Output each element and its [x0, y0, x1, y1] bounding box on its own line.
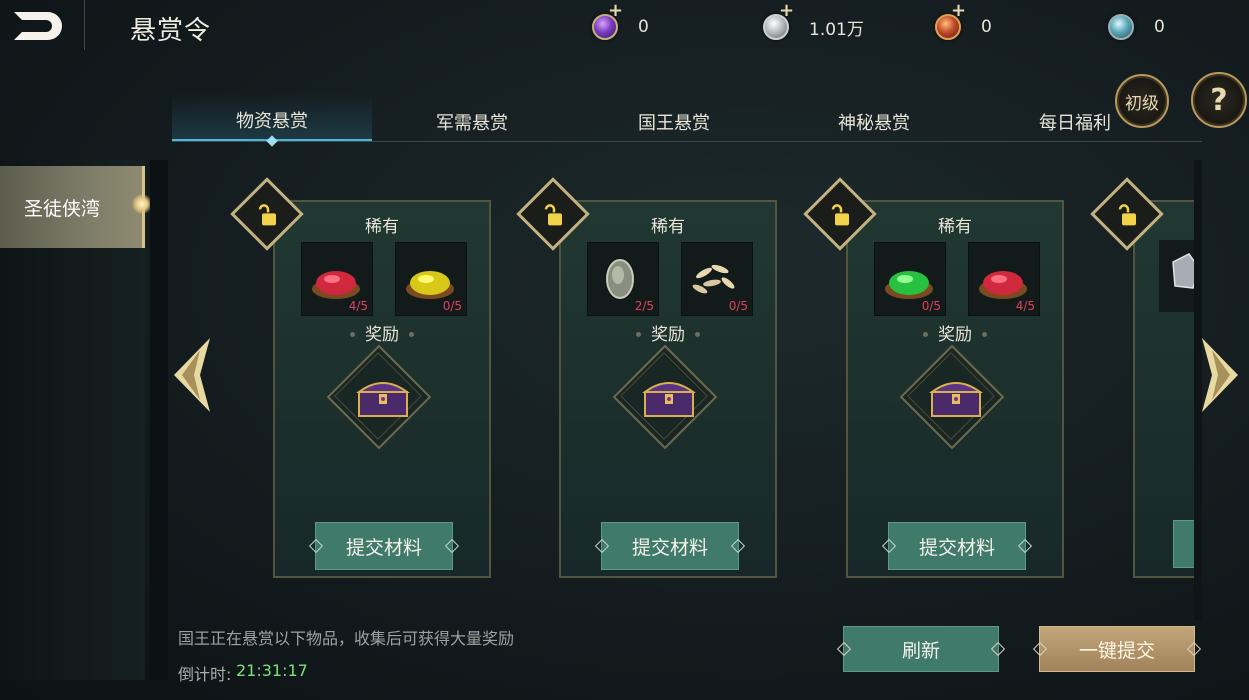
refresh-button[interactable]: 刷新: [836, 626, 1006, 672]
treasure-chest-icon[interactable]: [639, 372, 699, 420]
back-button[interactable]: [8, 8, 66, 44]
currency-value: 1.01万: [809, 19, 864, 40]
tab-label: 国王悬赏: [638, 113, 710, 134]
tab-mystery[interactable]: 神秘悬赏: [774, 93, 974, 141]
reward-heading: 奖励: [275, 320, 489, 345]
plus-icon[interactable]: +: [951, 0, 966, 21]
tab-label: 物资悬赏: [236, 111, 308, 132]
bounty-card: 稀有 0/5 4/5 奖励 提交材料: [846, 200, 1064, 578]
material-count: 0/5: [442, 299, 462, 313]
submit-label: 提交材料: [918, 536, 995, 559]
reward-heading: 奖励: [848, 320, 1062, 345]
sidebar-item-saint-bay[interactable]: 圣徒侠湾: [0, 166, 145, 248]
rarity-label: 稀有: [365, 217, 399, 237]
tab-king[interactable]: 国王悬赏: [574, 93, 774, 141]
material-slot[interactable]: 0/5: [395, 242, 467, 316]
currency-purple[interactable]: + 0: [592, 0, 649, 42]
help-icon: ?: [1210, 82, 1228, 118]
material-slot[interactable]: [1159, 240, 1195, 312]
ore-icon: [1172, 253, 1195, 289]
unlock-icon: [1118, 204, 1136, 226]
submit-materials-button[interactable]: 提交材料: [881, 522, 1033, 570]
rarity-label: 稀有: [651, 217, 685, 237]
material-count: 0/5: [921, 299, 941, 313]
submit-label: 提交材料: [631, 536, 708, 559]
tab-military[interactable]: 军需悬赏: [372, 93, 572, 141]
tab-daily[interactable]: 每日福利: [975, 93, 1175, 141]
chevron-left-icon[interactable]: [170, 336, 216, 414]
material-slot[interactable]: 0/5: [681, 242, 753, 316]
blue-crystal-icon: [1108, 14, 1134, 40]
back-arrow-icon: [14, 12, 62, 40]
submit-all-label: 一键提交: [1078, 639, 1155, 662]
currency-value: 0: [981, 17, 992, 37]
bounty-card: 稀有 4/5 0/5 奖励 提交材料: [273, 200, 491, 578]
material-count: 4/5: [1015, 299, 1035, 313]
material-slot[interactable]: 0/5: [874, 242, 946, 316]
material-count: 4/5: [348, 299, 368, 313]
submit-materials-button[interactable]: 提交材料: [308, 522, 460, 570]
countdown-timer: 21:31:17: [236, 661, 308, 680]
material-slot[interactable]: 4/5: [301, 242, 373, 316]
unlock-icon: [258, 204, 276, 226]
reward-label: 奖励: [365, 325, 399, 345]
tab-label: 神秘悬赏: [838, 113, 910, 134]
panel-divider: [150, 160, 168, 680]
material-slot[interactable]: 4/5: [968, 242, 1040, 316]
active-tab-indicator: [266, 135, 278, 147]
bounty-card: 稀有 2/5 0/5 奖励 提交材料: [559, 200, 777, 578]
treasure-chest-icon[interactable]: [353, 372, 413, 420]
currency-red[interactable]: + 0: [935, 0, 992, 42]
treasure-chest-icon[interactable]: [926, 372, 986, 420]
tab-label: 每日福利: [1039, 113, 1111, 134]
refresh-label: 刷新: [901, 639, 940, 662]
page-title: 悬赏令: [130, 16, 212, 46]
submit-all-button[interactable]: 一键提交: [1032, 626, 1202, 672]
material-slot[interactable]: 2/5: [587, 242, 659, 316]
rarity-label: 稀有: [938, 217, 972, 237]
material-count: 2/5: [634, 299, 654, 313]
currency-value: 0: [638, 17, 649, 37]
plus-icon[interactable]: +: [779, 0, 794, 21]
tab-supplies[interactable]: 物资悬赏: [172, 93, 372, 147]
selection-glow: [132, 194, 152, 214]
reward-label: 奖励: [938, 325, 972, 345]
countdown-label: 倒计时:: [178, 665, 232, 684]
header-divider: [84, 0, 85, 50]
currency-blue[interactable]: 0: [1108, 12, 1165, 42]
plus-icon[interactable]: +: [608, 0, 623, 21]
reward-heading: 奖励: [561, 320, 775, 345]
hint-text: 国王正在悬赏以下物品，收集后可获得大量奖励: [178, 629, 515, 648]
bounty-card-partial: [1133, 200, 1195, 578]
tab-bar: 物资悬赏 军需悬赏 国王悬赏 神秘悬赏 每日福利: [172, 93, 1202, 147]
currency-silver[interactable]: + 1.01万: [763, 0, 864, 42]
unlock-icon: [544, 204, 562, 226]
material-count: 0/5: [728, 299, 748, 313]
submit-materials-button[interactable]: [1173, 520, 1195, 568]
currency-value: 0: [1154, 17, 1165, 37]
tab-label: 军需悬赏: [436, 113, 508, 134]
submit-label: 提交材料: [345, 536, 422, 559]
unlock-icon: [831, 204, 849, 226]
reward-label: 奖励: [651, 325, 685, 345]
chevron-right-icon[interactable]: [1196, 336, 1242, 414]
sidebar-item-label: 圣徒侠湾: [24, 197, 101, 220]
submit-materials-button[interactable]: 提交材料: [594, 522, 746, 570]
